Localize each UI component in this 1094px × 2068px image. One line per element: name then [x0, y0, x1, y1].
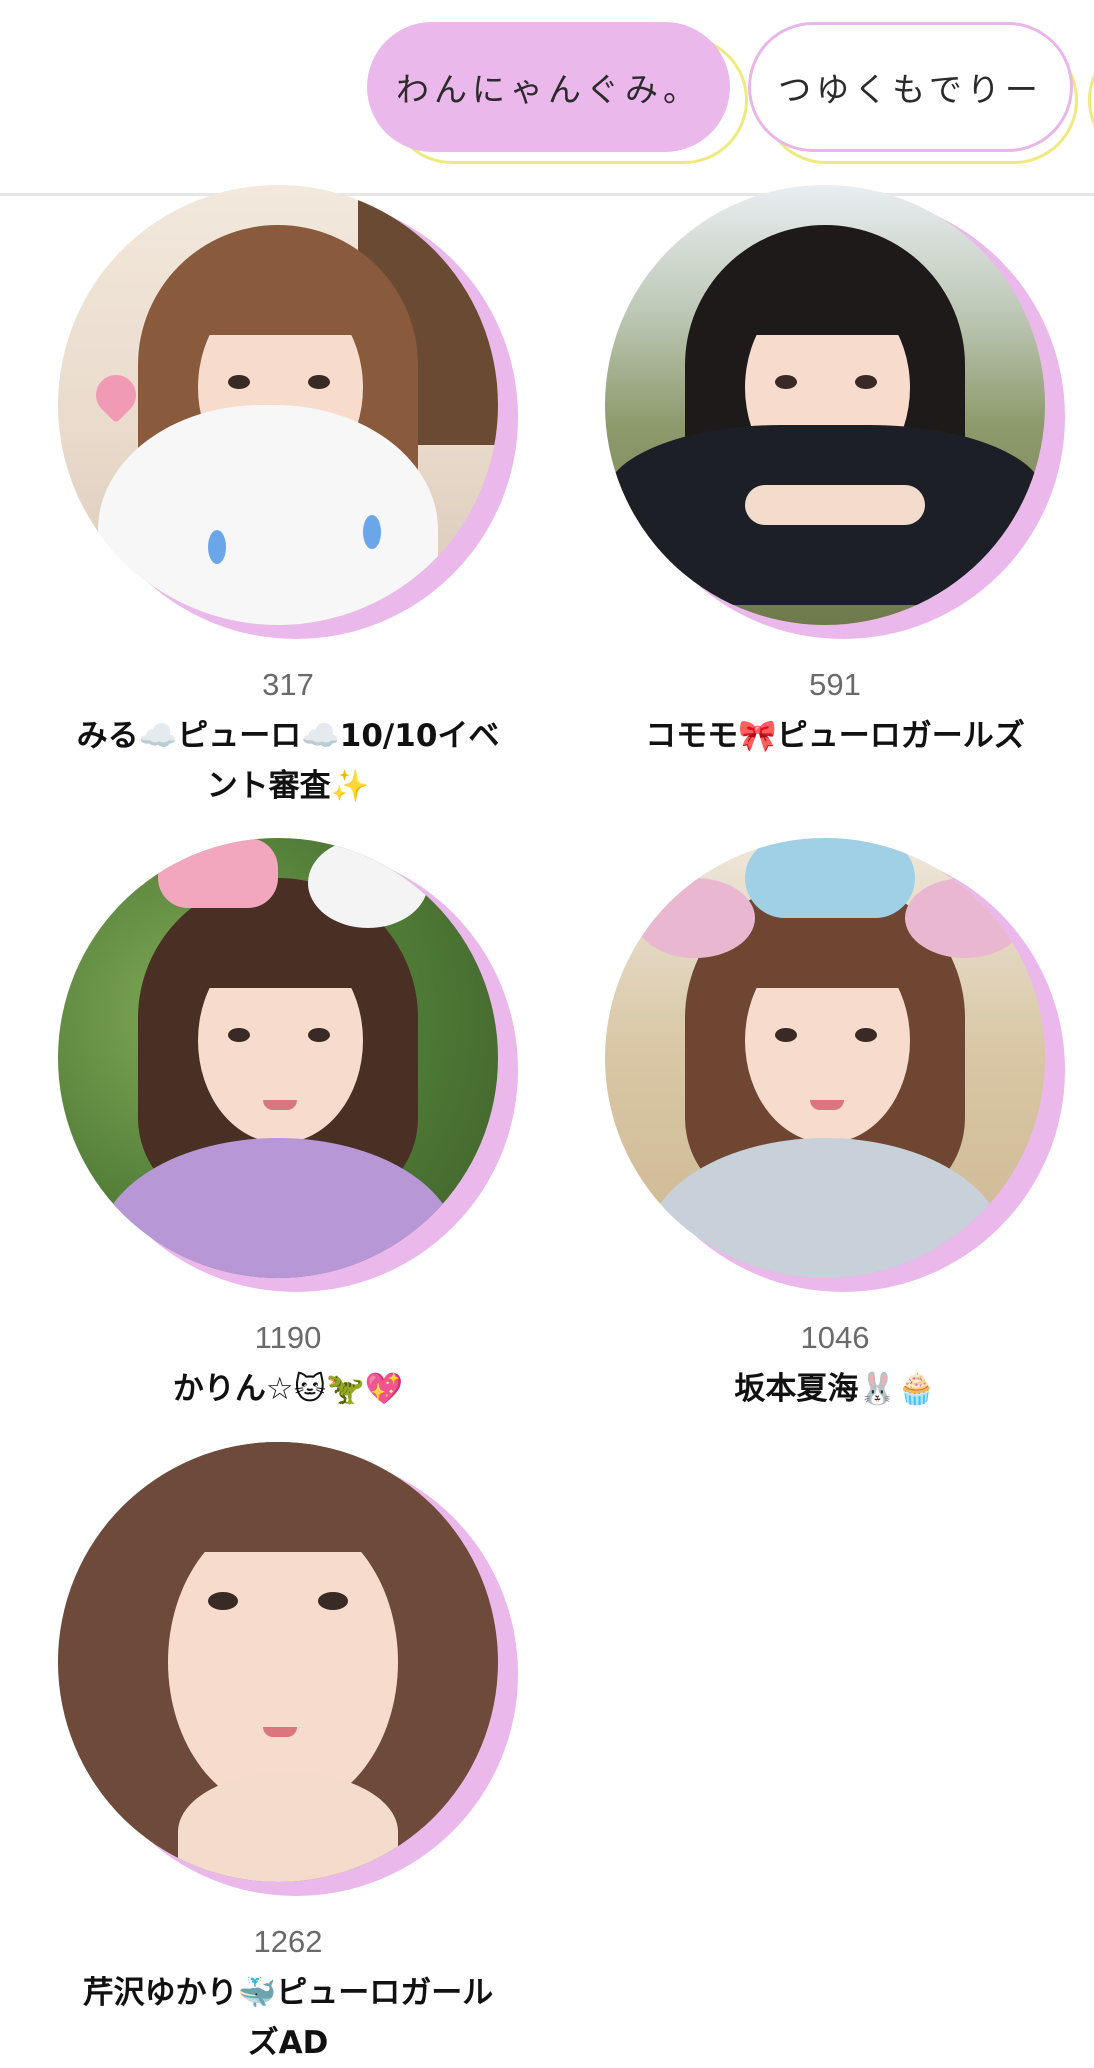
avatar-frame — [58, 1442, 518, 1902]
member-count: 1190 — [254, 1320, 322, 1355]
group-tab-bar: わんにゃんぐみ。 つゆくもでりー — [0, 0, 1094, 196]
member-card-karin[interactable]: 1190 かりん☆🐱🦖💖 — [58, 838, 518, 1414]
tab-tsuyukumoderi[interactable]: つゆくもでりー — [748, 22, 1073, 152]
member-name: 坂本夏海🐰🧁 — [734, 1371, 936, 1407]
member-count: 317 — [262, 667, 314, 702]
tab-label: わんにゃんぐみ。 — [396, 70, 701, 109]
bow-accessory — [745, 838, 915, 918]
member-name: かりん☆🐱🦖💖 — [172, 1371, 404, 1407]
tab-next-peek[interactable] — [1088, 36, 1094, 164]
heart-sticker — [87, 366, 145, 424]
avatar[interactable] — [605, 838, 1045, 1278]
member-count: 591 — [809, 667, 861, 702]
tab-label: つゆくもでりー — [778, 70, 1043, 109]
member-name: みる☁️ピューロ☁️10/10イベント審査✨ — [76, 718, 500, 804]
member-card-serizawa-yukari[interactable]: 1262 芹沢ゆかり🐳ピューロガールズAD — [58, 1442, 518, 2068]
member-card-sakamoto-natsumi[interactable]: 1046 坂本夏海🐰🧁 — [605, 838, 1065, 1414]
avatar-frame — [605, 838, 1065, 1298]
avatar-frame — [58, 185, 518, 645]
member-count: 1262 — [253, 1924, 323, 1959]
avatar[interactable] — [58, 185, 498, 625]
member-count: 1046 — [800, 1320, 870, 1355]
avatar-frame — [605, 185, 1065, 645]
tab-wannyangumi[interactable]: わんにゃんぐみ。 — [367, 22, 730, 152]
member-card-komomo[interactable]: 591 コモモ🎀ピューロガールズ — [605, 185, 1065, 761]
avatar[interactable] — [605, 185, 1045, 625]
bow-accessory — [158, 838, 278, 908]
member-card-miru[interactable]: 317 みる☁️ピューロ☁️10/10イベント審査✨ — [58, 185, 518, 811]
avatar[interactable] — [58, 838, 498, 1278]
avatar-frame — [58, 838, 518, 1298]
avatar[interactable] — [58, 1442, 498, 1882]
member-name: 芹沢ゆかり🐳ピューロガールズAD — [82, 1975, 494, 2061]
member-name: コモモ🎀ピューロガールズ — [645, 718, 1025, 754]
